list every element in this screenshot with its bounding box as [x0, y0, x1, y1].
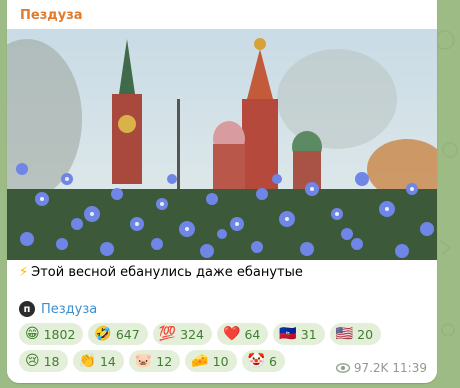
reaction-cheese[interactable]: 🧀 10: [185, 350, 237, 372]
reaction-clown[interactable]: 🤡 6: [241, 350, 285, 372]
view-count: 97.2K: [353, 361, 389, 375]
channel-name[interactable]: Пездуза: [41, 302, 97, 317]
channel-link[interactable]: п Пездуза: [19, 301, 97, 317]
reaction-pig[interactable]: 🐷 12: [128, 350, 181, 372]
reaction-clap[interactable]: 👏 14: [72, 350, 124, 372]
clapping-hands-icon: 👏: [78, 353, 96, 369]
message-meta: 97.2K 11:39: [335, 361, 427, 375]
reaction-heart[interactable]: ❤️ 64: [217, 323, 269, 345]
caption-text: Этой весной ебанулись даже ебанутые: [31, 265, 303, 280]
reaction-count: 12: [156, 353, 173, 369]
channel-avatar: п: [19, 301, 35, 317]
eye-icon: [335, 363, 350, 373]
message-caption: ⚡ Этой весной ебанулись даже ебанутые: [19, 265, 303, 280]
reaction-count: 1802: [43, 326, 76, 342]
reaction-count: 18: [43, 353, 60, 369]
reaction-count: 64: [244, 326, 261, 342]
reaction-count: 10: [212, 353, 229, 369]
reaction-grinning[interactable]: 😁 1802: [19, 323, 84, 345]
reaction-rofl[interactable]: 🤣 647: [88, 323, 148, 345]
reaction-count: 14: [99, 353, 116, 369]
cheese-wedge-icon: 🧀: [191, 353, 209, 369]
pig-face-icon: 🐷: [134, 353, 153, 369]
reaction-count: 6: [268, 353, 277, 369]
sender-name[interactable]: Пездуза: [20, 8, 83, 23]
reaction-crying[interactable]: 😢 18: [19, 350, 68, 372]
message-photo[interactable]: [7, 29, 437, 260]
crying-face-icon: 😢: [25, 353, 40, 369]
reaction-hundred[interactable]: 💯 324: [152, 323, 213, 345]
reaction-count: 324: [180, 326, 205, 342]
clown-face-icon: 🤡: [247, 353, 265, 369]
flag-haiti-icon: 🇭🇹: [279, 326, 297, 342]
reaction-count: 20: [357, 326, 374, 342]
reaction-count: 31: [300, 326, 317, 342]
message-bubble: Пездуза ⚡ Этой весной ебанулись даже еба…: [7, 0, 437, 383]
rofl-face-icon: 🤣: [94, 326, 112, 342]
reaction-flag-usa[interactable]: 🇺🇸 20: [329, 323, 382, 345]
reaction-flag-haiti[interactable]: 🇭🇹 31: [273, 323, 325, 345]
message-time: 11:39: [392, 361, 427, 375]
red-heart-icon: ❤️: [223, 326, 241, 342]
hundred-icon: 💯: [158, 326, 177, 342]
reaction-count: 647: [115, 326, 140, 342]
lightning-icon: ⚡: [19, 265, 29, 280]
flag-usa-icon: 🇺🇸: [335, 326, 354, 342]
grinning-face-icon: 😁: [25, 326, 40, 342]
